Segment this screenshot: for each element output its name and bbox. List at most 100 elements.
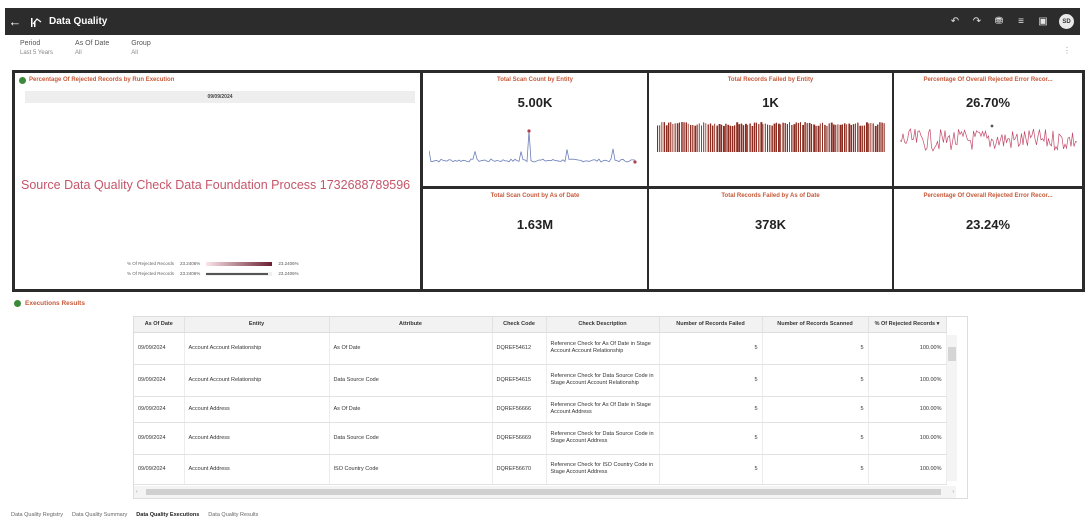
- cell: DQREF54612: [492, 332, 547, 365]
- table-row[interactable]: 09/09/2024 Account Address ISO Country C…: [134, 454, 947, 485]
- column-header[interactable]: As Of Date: [134, 317, 185, 333]
- bar: [738, 124, 740, 152]
- bar: [727, 124, 730, 152]
- legend-label: % Of Rejected Records: [127, 261, 175, 266]
- filter-label: As Of Date: [75, 40, 110, 47]
- scroll-thumb[interactable]: [146, 489, 941, 495]
- bar: [786, 124, 788, 152]
- table-row[interactable]: 09/09/2024 Account Address As Of Date DQ…: [134, 396, 947, 423]
- cell: Reference Check for As Of Date in Stage …: [546, 396, 660, 423]
- cell: DQREF54615: [492, 364, 547, 397]
- cell: 09/09/2024: [134, 364, 185, 397]
- cell: 5: [659, 332, 763, 365]
- vertical-scrollbar[interactable]: [947, 335, 957, 481]
- bar: [784, 123, 786, 152]
- bar: [758, 124, 760, 152]
- overall-rejected-tile[interactable]: Percentage Of Overall Rejected Error Rec…: [894, 73, 1082, 186]
- tab-data-quality-executions[interactable]: Data Quality Executions: [136, 512, 199, 518]
- bar: [762, 124, 764, 152]
- status-icon: [14, 300, 21, 307]
- table-row[interactable]: 09/09/2024 Account Account Relationship …: [134, 332, 947, 365]
- column-header[interactable]: Entity: [184, 317, 330, 333]
- scroll-right-icon[interactable]: ›: [952, 489, 954, 495]
- kpi-value: 1K: [762, 95, 779, 110]
- bar: [773, 123, 776, 152]
- table-row[interactable]: 09/09/2024 Account Account Relationship …: [134, 364, 947, 397]
- bar: [657, 125, 659, 152]
- column-header[interactable]: Number of Records Failed: [659, 317, 763, 333]
- kpi-value: 1.63M: [516, 217, 554, 232]
- legend-row: % Of Rejected Records 23.2406% 23.2406%: [127, 261, 299, 266]
- kpi-value: 26.70%: [965, 95, 1011, 110]
- table-row[interactable]: 09/09/2024 Account Address Data Source C…: [134, 422, 947, 455]
- cell: Account Account Relationship: [184, 332, 330, 365]
- cell: Account Address: [184, 454, 330, 485]
- bar: [852, 124, 855, 152]
- avatar[interactable]: SD: [1059, 14, 1074, 29]
- bar: [795, 122, 797, 152]
- legend-min: 23.2406%: [180, 261, 201, 266]
- tile-title: Percentage Of Overall Rejected Error Rec…: [923, 193, 1053, 199]
- bar: [846, 124, 848, 152]
- records-failed-date-tile[interactable]: Total Records Failed by As of Date 378K: [649, 189, 892, 289]
- cell: Data Source Code: [329, 422, 493, 455]
- failed-bars: [657, 122, 885, 152]
- filter-icon[interactable]: ⛃: [993, 16, 1005, 27]
- bar: [789, 122, 790, 152]
- scroll-thumb[interactable]: [948, 347, 956, 361]
- bar: [679, 122, 680, 152]
- undo-icon[interactable]: ↶: [949, 16, 961, 27]
- column-header[interactable]: Check Description: [546, 317, 660, 333]
- cell: 5: [762, 454, 869, 485]
- bar: [767, 124, 769, 152]
- tab-data-quality-registry[interactable]: Data Quality Registry: [11, 512, 63, 518]
- cell: 09/09/2024: [134, 454, 185, 485]
- cell: 5: [659, 364, 763, 397]
- bar: [749, 123, 751, 152]
- present-icon[interactable]: ▣: [1037, 16, 1049, 27]
- rejected-by-run-tile: Percentage Of Rejected Records by Run Ex…: [15, 73, 420, 289]
- scan-count-date-tile[interactable]: Total Scan Count by As of Date 1.63M: [423, 189, 647, 289]
- bar: [687, 123, 689, 152]
- back-arrow-icon[interactable]: ←: [5, 14, 25, 29]
- legend-max: 23.2406%: [278, 271, 299, 276]
- bar: [771, 125, 773, 152]
- column-header[interactable]: Number of Records Scanned: [762, 317, 869, 333]
- tile-title: Total Records Failed by Entity: [727, 77, 814, 83]
- bar: [745, 123, 747, 152]
- bar: [868, 123, 870, 152]
- tab-data-quality-summary[interactable]: Data Quality Summary: [72, 512, 127, 518]
- bar: [668, 122, 670, 152]
- cell: Data Source Code: [329, 364, 493, 397]
- redo-icon[interactable]: ↷: [971, 16, 983, 27]
- records-failed-entity-tile[interactable]: Total Records Failed by Entity 1K: [649, 73, 892, 186]
- list-icon[interactable]: ≡: [1015, 16, 1027, 27]
- filter-group[interactable]: Group All: [131, 40, 150, 56]
- bar: [859, 125, 862, 152]
- bar: [811, 124, 813, 152]
- bar: [723, 125, 725, 152]
- bar: [685, 122, 687, 152]
- horizontal-scrollbar[interactable]: ‹ ›: [134, 486, 956, 498]
- filter-label: Group: [131, 40, 151, 47]
- filter-as-of-date[interactable]: As Of Date All: [75, 40, 109, 56]
- filter-bar: Period Last 5 Years As Of Date All Group…: [20, 40, 151, 56]
- run-execution-label[interactable]: Source Data Quality Check Data Foundatio…: [21, 178, 410, 192]
- bar: [855, 123, 856, 152]
- footer-tabs: Data Quality Registry Data Quality Summa…: [11, 512, 258, 518]
- bar: [709, 123, 712, 152]
- scan-count-entity-tile[interactable]: Total Scan Count by Entity 5.00K: [423, 73, 647, 186]
- cell: As Of Date: [329, 396, 493, 423]
- bar: [866, 122, 868, 152]
- cell: 09/09/2024: [134, 422, 185, 455]
- scroll-left-icon[interactable]: ‹: [136, 489, 138, 495]
- column-header[interactable]: Attribute: [329, 317, 493, 333]
- bar: [729, 125, 732, 152]
- column-header[interactable]: % Of Rejected Records ▾: [868, 317, 947, 333]
- executions-table[interactable]: As Of Date Entity Attribute Check Code C…: [133, 316, 968, 499]
- overall-rejected-date-tile[interactable]: Percentage Of Overall Rejected Error Rec…: [894, 189, 1082, 289]
- tab-data-quality-results[interactable]: Data Quality Results: [208, 512, 258, 518]
- column-header[interactable]: Check Code: [492, 317, 547, 333]
- more-options-icon[interactable]: ⋮: [1063, 46, 1071, 55]
- filter-period[interactable]: Period Last 5 Years: [20, 40, 53, 56]
